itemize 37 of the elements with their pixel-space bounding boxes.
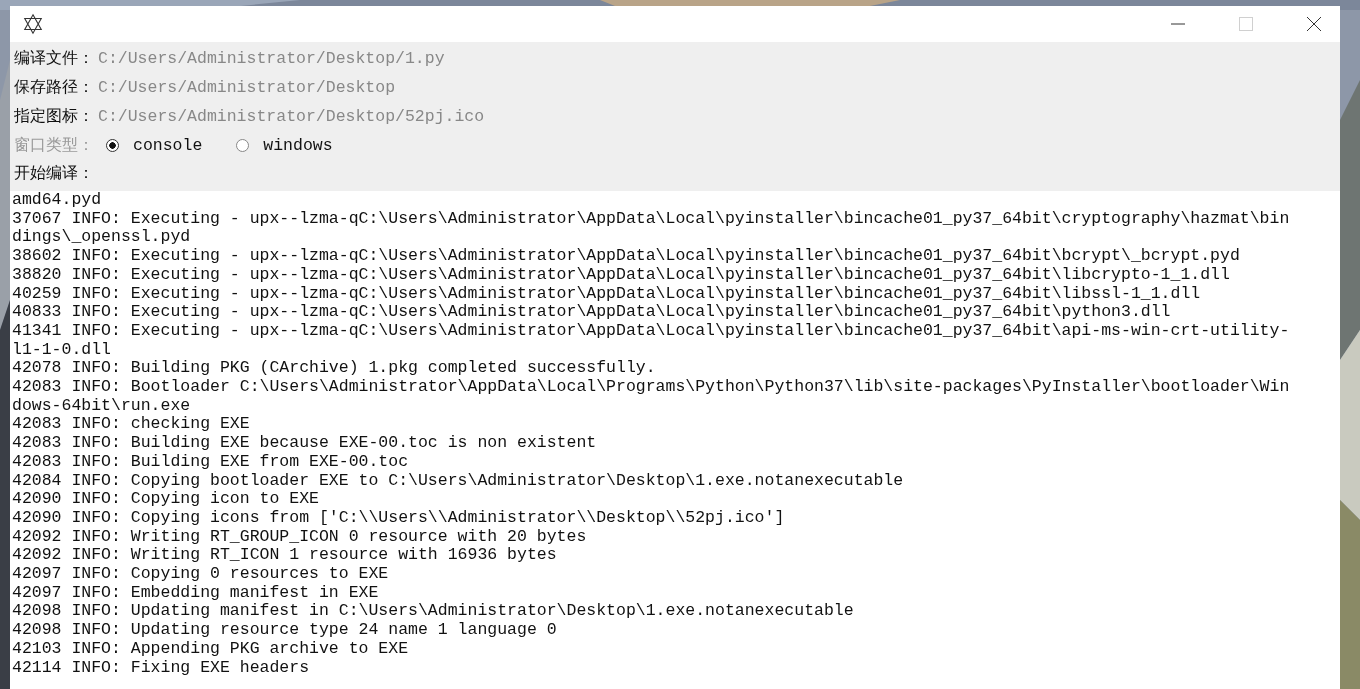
log-line: 42097 INFO: Copying 0 resources to EXE: [12, 565, 390, 584]
log-line: 42090 INFO: Copying icons from ['C:\\Users\\Administrator\\Desktop\\52pj.ico']: [12, 508, 786, 528]
field-label: 开始编译：: [14, 163, 94, 184]
path-value: C:/Users/Administrator/Desktop/52pj.ico: [98, 107, 485, 126]
log-line: 42083 INFO: Building EXE from EXE-00.toc: [12, 452, 410, 472]
log-line: 42084 INFO: Copying bootloader EXE to C:\Users\Administrator\Desktop\1.exe.notanexecutable: [12, 471, 905, 491]
log-line: 42114 INFO: Fixing EXE headers: [12, 658, 311, 678]
star-icon: [22, 13, 44, 35]
log-line: 42097 INFO: Embedding manifest in EXE: [12, 583, 380, 603]
log-line: 40833 INFO: Executing - upx--lzma-qC:\Users\Administrator\AppData\Local\pyinstaller\bincache01_py37_64bit\python3.dll: [12, 303, 1172, 322]
field-label: 编译文件：: [14, 48, 94, 69]
log-line: 40259 INFO: Executing - upx--lzma-qC:\Users\Administrator\AppData\Local\pyinstaller\bincache01_py37_64bit\libssl-1_1.dll: [12, 284, 1202, 304]
log-line: dows-64bit\run.exe: [12, 396, 192, 416]
log-line: 42083 INFO: Bootloader C:\Users\Administrator\AppData\Local\Programs\Python\Python37\lib\site-packages\PyInstaller\bootloader\Win: [12, 378, 1291, 397]
log-line: 38820 INFO: Executing - upx--lzma-qC:\Users\Administrator\AppData\Local\pyinstaller\bincache01_py37_64bit\libcrypto-1_1.dll: [12, 265, 1231, 285]
maximize-icon[interactable]: [1238, 16, 1254, 32]
log-line: 42098 INFO: Updating manifest in C:\Users\Administrator\Desktop\1.exe.notanexecutable: [12, 602, 855, 622]
log-line: 42092 INFO: Writing RT_GROUP_ICON 0 resource with 20 bytes: [12, 527, 588, 547]
log-line: 41341 INFO: Executing - upx--lzma-qC:\Users\Administrator\AppData\Local\pyinstaller\bincache01_py37_64bit\api-ms-win-crt-utility-: [12, 321, 1291, 341]
log-line: 42092 INFO: Writing RT_ICON 1 resource with 16936 bytes: [12, 546, 558, 566]
log-line: 42103 INFO: Appending PKG archive to EXE: [12, 639, 410, 659]
log-line: l1-1-0.dll: [12, 340, 113, 360]
log-line: amd64.pyd: [12, 191, 103, 210]
log-line: 42090 INFO: Copying icon to EXE: [12, 490, 320, 509]
log-line: 42078 INFO: Building PKG (CArchive) 1.pkg completed successfully.: [12, 359, 657, 379]
log-line: 42083 INFO: Building EXE because EXE-00.toc is non existent: [12, 434, 598, 453]
path-value: C:/Users/Administrator/Desktop/1.py: [98, 49, 445, 68]
field-label: 窗口类型：: [14, 135, 94, 156]
close-icon[interactable]: [1306, 16, 1322, 32]
field-label: 保存路径：: [14, 77, 94, 98]
path-value: C:/Users/Administrator/Desktop: [98, 78, 396, 97]
log-line: 42098 INFO: Updating resource type 24 name 1 language 0: [12, 621, 558, 640]
log-line: 42083 INFO: checking EXE: [12, 415, 251, 435]
log-line: 38602 INFO: Executing - upx--lzma-qC:\Users\Administrator\AppData\Local\pyinstaller\bincache01_py37_64bit\bcrypt\_bcrypt.pyd: [12, 247, 1241, 266]
log-line: dings\_openssl.pyd: [12, 228, 192, 248]
log-line: 37067 INFO: Executing - upx--lzma-qC:\Users\Administrator\AppData\Local\pyinstaller\bincache01_py37_64bit\cryptography\hazmat\bin: [12, 209, 1291, 229]
field-label: 指定图标：: [14, 106, 94, 127]
